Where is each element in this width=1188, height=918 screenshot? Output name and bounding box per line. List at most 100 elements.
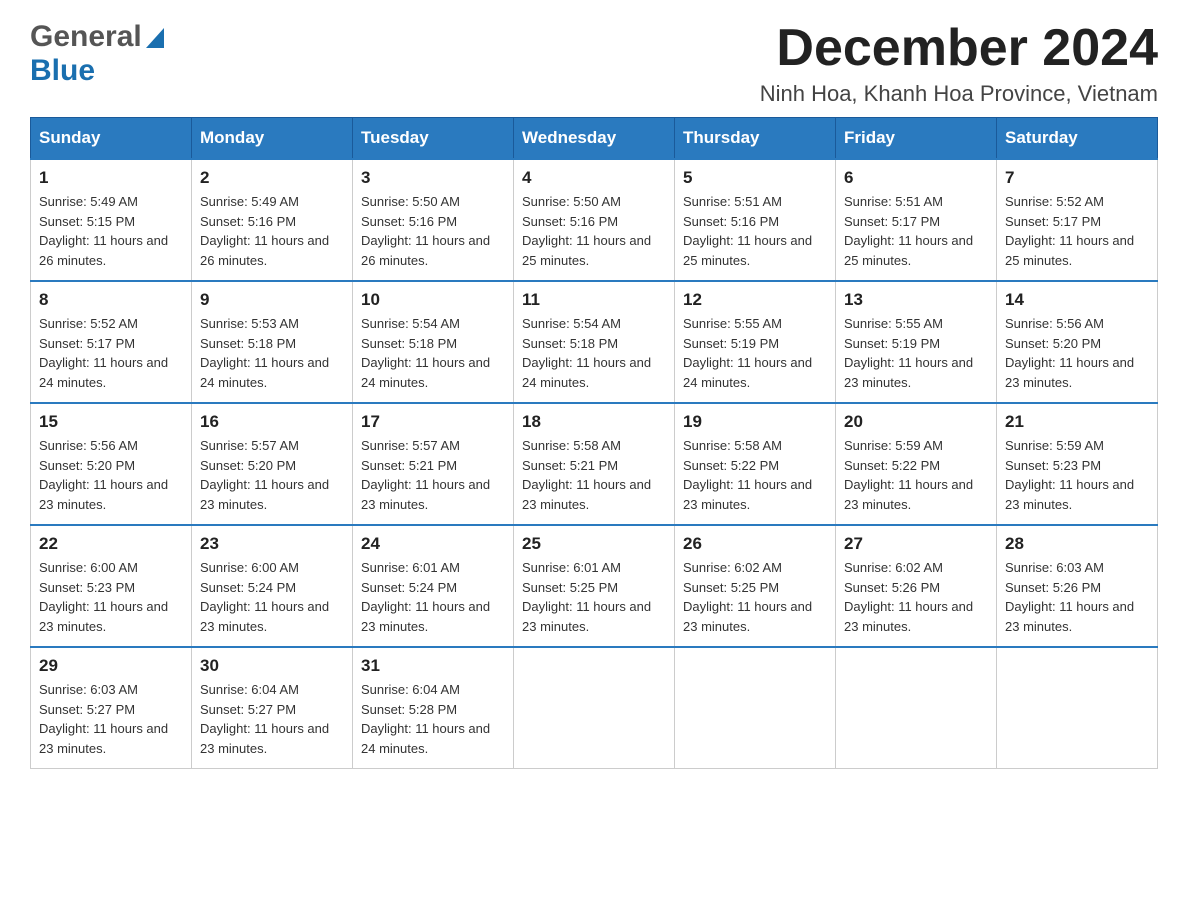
day-info: Sunrise: 5:50 AMSunset: 5:16 PMDaylight:…: [522, 192, 666, 270]
day-number: 3: [361, 168, 505, 188]
calendar-day-cell: 6 Sunrise: 5:51 AMSunset: 5:17 PMDayligh…: [836, 159, 997, 281]
calendar-day-cell: 15 Sunrise: 5:56 AMSunset: 5:20 PMDaylig…: [31, 403, 192, 525]
calendar-day-cell: 12 Sunrise: 5:55 AMSunset: 5:19 PMDaylig…: [675, 281, 836, 403]
day-info: Sunrise: 5:49 AMSunset: 5:16 PMDaylight:…: [200, 192, 344, 270]
calendar-day-cell: [514, 647, 675, 769]
day-number: 5: [683, 168, 827, 188]
calendar-day-cell: 8 Sunrise: 5:52 AMSunset: 5:17 PMDayligh…: [31, 281, 192, 403]
calendar-day-header: Sunday: [31, 118, 192, 160]
day-info: Sunrise: 5:58 AMSunset: 5:21 PMDaylight:…: [522, 436, 666, 514]
calendar-day-header: Saturday: [997, 118, 1158, 160]
day-number: 15: [39, 412, 183, 432]
logo-general-text: General: [30, 20, 142, 54]
calendar-day-cell: 26 Sunrise: 6:02 AMSunset: 5:25 PMDaylig…: [675, 525, 836, 647]
calendar-day-cell: 30 Sunrise: 6:04 AMSunset: 5:27 PMDaylig…: [192, 647, 353, 769]
day-number: 4: [522, 168, 666, 188]
calendar-day-cell: 2 Sunrise: 5:49 AMSunset: 5:16 PMDayligh…: [192, 159, 353, 281]
page-header: General Blue December 2024 Ninh Hoa, Kha…: [30, 20, 1158, 107]
day-number: 7: [1005, 168, 1149, 188]
day-number: 18: [522, 412, 666, 432]
day-info: Sunrise: 5:55 AMSunset: 5:19 PMDaylight:…: [683, 314, 827, 392]
day-info: Sunrise: 5:59 AMSunset: 5:23 PMDaylight:…: [1005, 436, 1149, 514]
day-number: 11: [522, 290, 666, 310]
calendar-day-cell: 19 Sunrise: 5:58 AMSunset: 5:22 PMDaylig…: [675, 403, 836, 525]
day-info: Sunrise: 5:59 AMSunset: 5:22 PMDaylight:…: [844, 436, 988, 514]
logo-triangle-icon: [146, 28, 164, 53]
calendar-day-cell: 28 Sunrise: 6:03 AMSunset: 5:26 PMDaylig…: [997, 525, 1158, 647]
calendar-day-cell: 25 Sunrise: 6:01 AMSunset: 5:25 PMDaylig…: [514, 525, 675, 647]
calendar-day-header: Tuesday: [353, 118, 514, 160]
day-info: Sunrise: 6:03 AMSunset: 5:26 PMDaylight:…: [1005, 558, 1149, 636]
calendar-week-row: 1 Sunrise: 5:49 AMSunset: 5:15 PMDayligh…: [31, 159, 1158, 281]
day-number: 31: [361, 656, 505, 676]
day-info: Sunrise: 5:56 AMSunset: 5:20 PMDaylight:…: [39, 436, 183, 514]
day-info: Sunrise: 5:54 AMSunset: 5:18 PMDaylight:…: [361, 314, 505, 392]
calendar-day-cell: 14 Sunrise: 5:56 AMSunset: 5:20 PMDaylig…: [997, 281, 1158, 403]
day-number: 21: [1005, 412, 1149, 432]
title-block: December 2024 Ninh Hoa, Khanh Hoa Provin…: [760, 20, 1158, 107]
day-number: 10: [361, 290, 505, 310]
calendar-day-cell: 16 Sunrise: 5:57 AMSunset: 5:20 PMDaylig…: [192, 403, 353, 525]
calendar-day-cell: 24 Sunrise: 6:01 AMSunset: 5:24 PMDaylig…: [353, 525, 514, 647]
calendar-week-row: 15 Sunrise: 5:56 AMSunset: 5:20 PMDaylig…: [31, 403, 1158, 525]
day-info: Sunrise: 5:53 AMSunset: 5:18 PMDaylight:…: [200, 314, 344, 392]
calendar-day-cell: 11 Sunrise: 5:54 AMSunset: 5:18 PMDaylig…: [514, 281, 675, 403]
day-number: 29: [39, 656, 183, 676]
calendar-header-row: SundayMondayTuesdayWednesdayThursdayFrid…: [31, 118, 1158, 160]
calendar-day-cell: 23 Sunrise: 6:00 AMSunset: 5:24 PMDaylig…: [192, 525, 353, 647]
calendar-day-cell: 9 Sunrise: 5:53 AMSunset: 5:18 PMDayligh…: [192, 281, 353, 403]
day-info: Sunrise: 6:02 AMSunset: 5:26 PMDaylight:…: [844, 558, 988, 636]
day-number: 17: [361, 412, 505, 432]
day-number: 27: [844, 534, 988, 554]
calendar-week-row: 29 Sunrise: 6:03 AMSunset: 5:27 PMDaylig…: [31, 647, 1158, 769]
calendar-day-cell: 18 Sunrise: 5:58 AMSunset: 5:21 PMDaylig…: [514, 403, 675, 525]
day-number: 24: [361, 534, 505, 554]
calendar-day-cell: 31 Sunrise: 6:04 AMSunset: 5:28 PMDaylig…: [353, 647, 514, 769]
day-number: 23: [200, 534, 344, 554]
day-info: Sunrise: 5:50 AMSunset: 5:16 PMDaylight:…: [361, 192, 505, 270]
day-info: Sunrise: 5:52 AMSunset: 5:17 PMDaylight:…: [1005, 192, 1149, 270]
day-number: 12: [683, 290, 827, 310]
day-info: Sunrise: 6:01 AMSunset: 5:25 PMDaylight:…: [522, 558, 666, 636]
calendar-day-cell: 22 Sunrise: 6:00 AMSunset: 5:23 PMDaylig…: [31, 525, 192, 647]
day-number: 20: [844, 412, 988, 432]
calendar-day-cell: 27 Sunrise: 6:02 AMSunset: 5:26 PMDaylig…: [836, 525, 997, 647]
day-number: 28: [1005, 534, 1149, 554]
day-info: Sunrise: 5:57 AMSunset: 5:21 PMDaylight:…: [361, 436, 505, 514]
calendar-day-cell: 5 Sunrise: 5:51 AMSunset: 5:16 PMDayligh…: [675, 159, 836, 281]
day-number: 13: [844, 290, 988, 310]
day-info: Sunrise: 5:49 AMSunset: 5:15 PMDaylight:…: [39, 192, 183, 270]
calendar-day-cell: 13 Sunrise: 5:55 AMSunset: 5:19 PMDaylig…: [836, 281, 997, 403]
day-info: Sunrise: 6:00 AMSunset: 5:24 PMDaylight:…: [200, 558, 344, 636]
day-info: Sunrise: 5:56 AMSunset: 5:20 PMDaylight:…: [1005, 314, 1149, 392]
day-info: Sunrise: 6:03 AMSunset: 5:27 PMDaylight:…: [39, 680, 183, 758]
calendar-day-header: Thursday: [675, 118, 836, 160]
day-info: Sunrise: 5:52 AMSunset: 5:17 PMDaylight:…: [39, 314, 183, 392]
day-number: 8: [39, 290, 183, 310]
calendar-day-cell: 1 Sunrise: 5:49 AMSunset: 5:15 PMDayligh…: [31, 159, 192, 281]
month-title: December 2024: [760, 20, 1158, 77]
calendar-day-cell: 21 Sunrise: 5:59 AMSunset: 5:23 PMDaylig…: [997, 403, 1158, 525]
day-info: Sunrise: 6:00 AMSunset: 5:23 PMDaylight:…: [39, 558, 183, 636]
calendar-day-cell: 7 Sunrise: 5:52 AMSunset: 5:17 PMDayligh…: [997, 159, 1158, 281]
calendar-day-header: Friday: [836, 118, 997, 160]
day-number: 9: [200, 290, 344, 310]
day-info: Sunrise: 6:04 AMSunset: 5:28 PMDaylight:…: [361, 680, 505, 758]
day-info: Sunrise: 6:02 AMSunset: 5:25 PMDaylight:…: [683, 558, 827, 636]
day-number: 25: [522, 534, 666, 554]
calendar-day-header: Wednesday: [514, 118, 675, 160]
calendar-day-cell: [836, 647, 997, 769]
day-number: 1: [39, 168, 183, 188]
location-subtitle: Ninh Hoa, Khanh Hoa Province, Vietnam: [760, 81, 1158, 107]
day-info: Sunrise: 5:51 AMSunset: 5:17 PMDaylight:…: [844, 192, 988, 270]
logo-blue-text: Blue: [30, 54, 95, 87]
day-number: 19: [683, 412, 827, 432]
day-info: Sunrise: 5:55 AMSunset: 5:19 PMDaylight:…: [844, 314, 988, 392]
calendar-day-cell: 20 Sunrise: 5:59 AMSunset: 5:22 PMDaylig…: [836, 403, 997, 525]
calendar-week-row: 8 Sunrise: 5:52 AMSunset: 5:17 PMDayligh…: [31, 281, 1158, 403]
calendar-day-header: Monday: [192, 118, 353, 160]
calendar-day-cell: 29 Sunrise: 6:03 AMSunset: 5:27 PMDaylig…: [31, 647, 192, 769]
day-number: 16: [200, 412, 344, 432]
day-number: 6: [844, 168, 988, 188]
logo: General Blue: [30, 20, 164, 88]
